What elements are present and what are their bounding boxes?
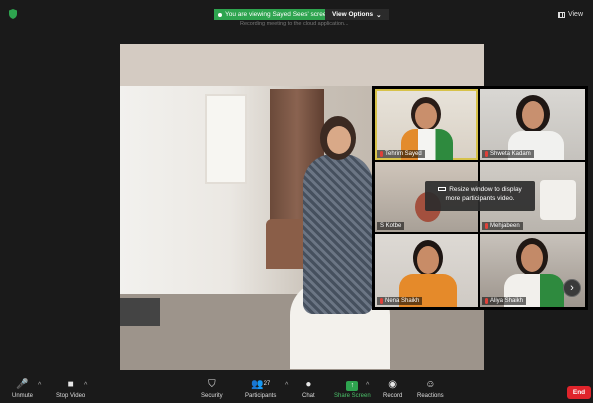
participant-name: Aliya Shaikh xyxy=(482,297,527,305)
participant-name: Tehrim Sayed xyxy=(377,150,425,158)
chat-button[interactable]: ● Chat xyxy=(302,379,315,399)
meeting-toolbar: 🎤 Unmute ^ ■ Stop Video ^ ⛉ Security 👥27… xyxy=(0,370,593,403)
reactions-button[interactable]: ☺ Reactions xyxy=(417,379,444,399)
unmute-button[interactable]: 🎤 Unmute xyxy=(12,379,33,399)
shared-screen-ceiling xyxy=(120,44,484,86)
muted-mic-icon xyxy=(485,223,488,229)
shared-screen-table xyxy=(120,298,160,326)
sharing-banner: You are viewing Sayed Sees' screen xyxy=(214,9,335,20)
sharing-banner-text: You are viewing Sayed Sees' screen xyxy=(225,11,331,18)
participant-video xyxy=(415,103,437,129)
participant-name: S Kotbe xyxy=(377,222,405,230)
participant-video xyxy=(417,246,439,274)
shield-icon: ⛉ xyxy=(208,379,216,390)
unmute-label: Unmute xyxy=(12,393,34,399)
grid-view-icon xyxy=(557,11,565,18)
participants-label: Participants xyxy=(245,393,277,399)
sharing-subtext: Recording meeting to the cloud applicati… xyxy=(240,21,349,27)
record-button[interactable]: ◉ Record xyxy=(383,379,402,399)
participant-video xyxy=(522,101,544,129)
shared-screen-window xyxy=(205,94,247,184)
muted-mic-icon xyxy=(380,151,383,157)
participants-icon: 👥27 xyxy=(251,379,271,390)
record-icon: ◉ xyxy=(388,379,398,390)
participant-name: Nena Shaikh xyxy=(377,297,423,305)
shield-icon[interactable] xyxy=(9,9,17,19)
microphone-muted-icon: 🎤 xyxy=(16,379,29,390)
security-button[interactable]: ⛉ Security xyxy=(201,379,223,399)
resize-window-tooltip: Resize window to display more participan… xyxy=(425,181,535,211)
shared-screen-dancer-face xyxy=(327,126,351,154)
view-options-button[interactable]: View Options ⌄ xyxy=(325,9,389,20)
next-page-button[interactable]: › xyxy=(563,279,581,297)
record-label: Record xyxy=(383,393,403,399)
share-screen-label: Share Screen xyxy=(334,393,371,399)
stop-video-button[interactable]: ■ Stop Video xyxy=(56,379,85,399)
participant-video xyxy=(521,244,543,272)
reactions-label: Reactions xyxy=(417,393,444,399)
muted-mic-icon xyxy=(485,298,488,304)
green-dot-icon xyxy=(218,12,222,17)
resize-icon xyxy=(438,187,447,192)
shared-screen-dancer xyxy=(303,154,373,314)
chat-icon: ● xyxy=(305,379,312,390)
chat-label: Chat xyxy=(302,393,315,399)
participant-name: Mehjabeen xyxy=(482,222,523,230)
chevron-up-icon[interactable]: ^ xyxy=(285,382,288,389)
participants-button[interactable]: 👥27 Participants xyxy=(245,379,276,399)
muted-mic-icon xyxy=(485,151,488,157)
participant-tile[interactable]: Tehrim Sayed xyxy=(375,89,478,160)
chevron-right-icon: › xyxy=(570,282,574,294)
participant-count: 27 xyxy=(263,381,271,387)
security-label: Security xyxy=(201,393,223,399)
chevron-up-icon[interactable]: ^ xyxy=(366,382,369,389)
participant-video xyxy=(540,180,576,220)
end-meeting-button[interactable]: End xyxy=(567,386,591,399)
view-button[interactable]: View xyxy=(557,11,583,18)
video-camera-icon: ■ xyxy=(67,379,74,390)
view-options-label: View Options xyxy=(332,11,374,18)
chevron-up-icon[interactable]: ^ xyxy=(38,382,41,389)
participant-name: Shweta Kadam xyxy=(482,150,534,158)
participant-tile[interactable]: Shweta Kadam xyxy=(480,89,585,160)
chevron-down-icon: ⌄ xyxy=(376,11,382,19)
muted-mic-icon xyxy=(380,298,383,304)
chevron-up-icon[interactable]: ^ xyxy=(84,382,87,389)
reactions-icon: ☺ xyxy=(425,379,436,390)
stop-video-label: Stop Video xyxy=(56,393,86,399)
participant-tile[interactable]: Nena Shaikh xyxy=(375,234,478,307)
view-label: View xyxy=(567,11,583,18)
